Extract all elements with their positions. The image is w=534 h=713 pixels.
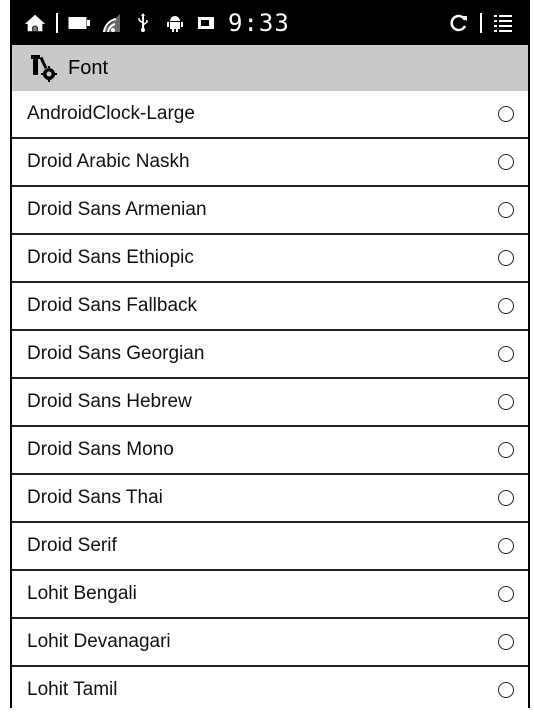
refresh-icon[interactable] xyxy=(448,12,470,34)
font-item-label: AndroidClock-Large xyxy=(27,103,195,124)
font-list: AndroidClock-Large Droid Arabic Naskh Dr… xyxy=(12,91,528,713)
font-item[interactable]: Lohit Bengali xyxy=(12,571,528,619)
font-item-label: Droid Sans Georgian xyxy=(27,343,205,364)
status-separator xyxy=(56,12,58,33)
radio-button[interactable] xyxy=(498,298,514,314)
font-item-label: Droid Sans Fallback xyxy=(27,295,198,316)
status-bar: 9:33 xyxy=(12,0,528,45)
font-item-label: Droid Sans Armenian xyxy=(27,199,207,220)
font-item[interactable]: Droid Sans Ethiopic xyxy=(12,235,528,283)
radio-button[interactable] xyxy=(498,634,514,650)
font-item[interactable]: Droid Sans Thai xyxy=(12,475,528,523)
page-title: Font xyxy=(68,56,109,79)
font-item-label: Droid Sans Ethiopic xyxy=(27,247,194,268)
radio-button[interactable] xyxy=(498,106,514,122)
radio-button[interactable] xyxy=(498,346,514,362)
android-debug-icon xyxy=(164,12,186,34)
radio-button[interactable] xyxy=(498,586,514,602)
radio-button[interactable] xyxy=(498,250,514,266)
usb-icon xyxy=(132,12,154,34)
radio-button[interactable] xyxy=(498,394,514,410)
font-item[interactable]: Lohit Tamil xyxy=(12,667,528,713)
menu-icon[interactable] xyxy=(492,12,514,34)
device-frame: 9:33 Font AndroidClock-Large Droid Arabi… xyxy=(10,0,530,708)
font-item-label: Droid Serif xyxy=(27,535,117,556)
clock: 9:33 xyxy=(228,8,290,37)
font-item[interactable]: Droid Sans Mono xyxy=(12,427,528,475)
settings-tools-icon xyxy=(28,52,60,84)
font-item[interactable]: Droid Sans Fallback xyxy=(12,283,528,331)
font-item[interactable]: Droid Sans Georgian xyxy=(12,331,528,379)
font-item-label: Lohit Tamil xyxy=(27,679,118,700)
font-item[interactable]: Droid Sans Hebrew xyxy=(12,379,528,427)
radio-button[interactable] xyxy=(498,154,514,170)
font-item[interactable]: Lohit Devanagari xyxy=(12,619,528,667)
home-icon[interactable] xyxy=(24,12,46,34)
font-item-label: Droid Arabic Naskh xyxy=(27,151,190,172)
font-item-label: Lohit Bengali xyxy=(27,583,137,604)
font-item[interactable]: Droid Serif xyxy=(12,523,528,571)
radio-button[interactable] xyxy=(498,538,514,554)
font-item-label: Lohit Devanagari xyxy=(27,631,171,652)
font-item[interactable]: Droid Arabic Naskh xyxy=(12,139,528,187)
font-item-label: Droid Sans Thai xyxy=(27,487,163,508)
battery-icon xyxy=(68,12,90,34)
status-separator xyxy=(480,12,482,33)
radio-button[interactable] xyxy=(498,442,514,458)
font-item[interactable]: Droid Sans Armenian xyxy=(12,187,528,235)
font-item-label: Droid Sans Hebrew xyxy=(27,391,192,412)
radio-button[interactable] xyxy=(498,202,514,218)
title-bar: Font xyxy=(12,45,528,91)
radio-button[interactable] xyxy=(498,490,514,506)
screen-icon xyxy=(196,12,218,34)
radio-button[interactable] xyxy=(498,682,514,698)
font-item-label: Droid Sans Mono xyxy=(27,439,174,460)
wifi-icon xyxy=(100,12,122,34)
font-item[interactable]: AndroidClock-Large xyxy=(12,91,528,139)
